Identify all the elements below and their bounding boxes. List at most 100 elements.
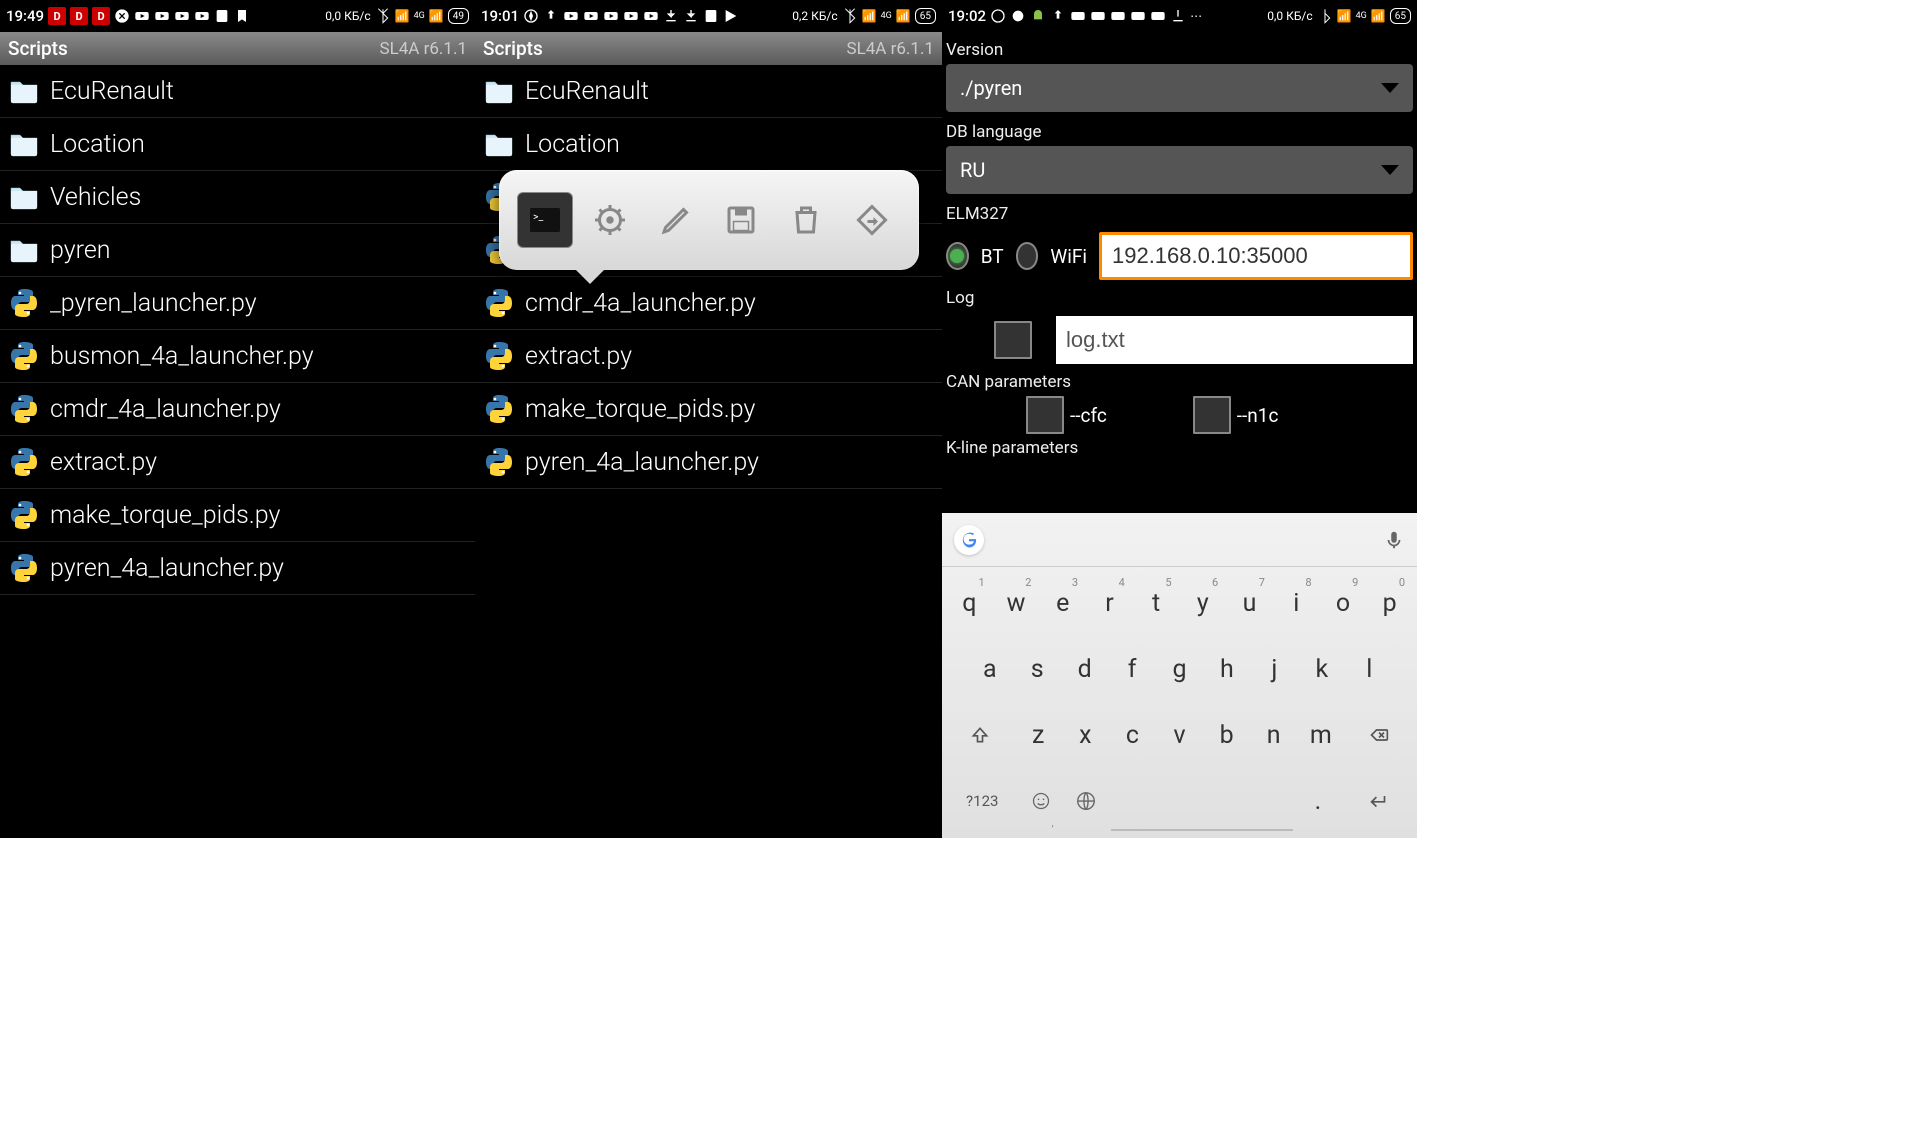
mic-icon[interactable]	[1383, 529, 1405, 551]
youtube-icon	[154, 8, 170, 24]
key-h[interactable]: h	[1205, 640, 1248, 700]
key-a[interactable]: a	[968, 640, 1011, 700]
key-v[interactable]: v	[1158, 705, 1201, 765]
screen-pyren-config: 19:02 ⋯ 0,0 КБ/с 📶 4G 📶 65 Version ./pyr…	[942, 0, 1417, 838]
n1c-checkbox[interactable]	[1193, 396, 1231, 434]
google-icon[interactable]	[954, 525, 984, 555]
key-s[interactable]: s	[1015, 640, 1058, 700]
chevron-down-icon	[1381, 83, 1399, 93]
youtube-icon	[563, 8, 579, 24]
key-u[interactable]: 7u	[1228, 574, 1271, 634]
folder-row[interactable]: Vehicles	[0, 171, 475, 224]
version-select[interactable]: ./pyren	[946, 64, 1413, 112]
cfc-checkbox[interactable]	[1026, 396, 1064, 434]
svg-text:>_: >_	[533, 210, 543, 223]
folder-name: pyren	[50, 236, 111, 265]
file-row[interactable]: make_torque_pids.py	[0, 489, 475, 542]
file-row[interactable]: _pyren_launcher.py	[0, 277, 475, 330]
file-name: pyren_4a_launcher.py	[50, 554, 284, 583]
file-name: make_torque_pids.py	[525, 395, 755, 424]
key-space[interactable]	[1111, 771, 1294, 831]
key-z[interactable]: z	[1017, 705, 1060, 765]
radio-wifi[interactable]	[1016, 242, 1039, 270]
key-f[interactable]: f	[1110, 640, 1153, 700]
file-row[interactable]: pyren_4a_launcher.py	[0, 542, 475, 595]
youtube-icon	[1090, 8, 1106, 24]
battery-icon: 65	[915, 8, 936, 24]
app-badge-d-icon: D	[48, 7, 66, 25]
key-p[interactable]: 0p	[1368, 574, 1411, 634]
app-badge-d-icon: D	[92, 7, 110, 25]
network-4g-icon: 4G	[1356, 11, 1367, 21]
youtube-icon	[1130, 8, 1146, 24]
key-e[interactable]: 3e	[1041, 574, 1084, 634]
key-q[interactable]: 1q	[948, 574, 991, 634]
elm-address-input[interactable]	[1099, 232, 1413, 280]
battery-icon: 49	[448, 8, 469, 24]
key-mode[interactable]: ?123	[948, 771, 1017, 831]
dblang-select[interactable]: RU	[946, 146, 1413, 194]
youtube-icon	[1070, 8, 1086, 24]
ctx-direction-button[interactable]	[844, 192, 900, 248]
ctx-pencil-button[interactable]	[648, 192, 704, 248]
file-row[interactable]: cmdr_4a_launcher.py	[475, 277, 942, 330]
file-row[interactable]: extract.py	[0, 436, 475, 489]
log-file-input[interactable]	[1056, 316, 1413, 364]
key-globe[interactable]	[1066, 771, 1107, 831]
key-o[interactable]: 9o	[1322, 574, 1365, 634]
log-checkbox[interactable]	[994, 321, 1032, 359]
key-y[interactable]: 6y	[1182, 574, 1225, 634]
bluetooth-icon	[375, 8, 391, 24]
key-t[interactable]: 5t	[1135, 574, 1178, 634]
folder-row[interactable]: EcuRenault	[0, 65, 475, 118]
dblang-label: DB language	[946, 122, 1413, 142]
sl4a-header: Scripts SL4A r6.1.1	[0, 32, 475, 65]
key-backspace[interactable]	[1346, 705, 1411, 765]
folder-row[interactable]: Location	[0, 118, 475, 171]
version-label: Version	[946, 40, 1413, 60]
folder-name: EcuRenault	[525, 77, 649, 106]
key-d[interactable]: d	[1063, 640, 1106, 700]
key-l[interactable]: l	[1348, 640, 1391, 700]
dblang-value: RU	[960, 158, 985, 182]
header-title: Scripts	[8, 37, 68, 60]
key-m[interactable]: m	[1299, 705, 1342, 765]
folder-row[interactable]: Location	[475, 118, 942, 171]
key-period[interactable]: .	[1297, 771, 1338, 831]
key-shift[interactable]	[948, 705, 1013, 765]
youtube-icon	[174, 8, 190, 24]
folder-row[interactable]: EcuRenault	[475, 65, 942, 118]
key-j[interactable]: j	[1253, 640, 1296, 700]
ctx-terminal-button[interactable]: >_	[517, 192, 573, 248]
key-b[interactable]: b	[1205, 705, 1248, 765]
ctx-trash-button[interactable]	[778, 192, 834, 248]
file-row[interactable]: busmon_4a_launcher.py	[0, 330, 475, 383]
key-enter[interactable]	[1343, 771, 1412, 831]
radio-bt[interactable]	[946, 242, 969, 270]
key-emoji[interactable]: ,	[1021, 771, 1062, 831]
folder-row[interactable]: pyren	[0, 224, 475, 277]
key-i[interactable]: 8i	[1275, 574, 1318, 634]
key-k[interactable]: k	[1300, 640, 1343, 700]
more-icon: ⋯	[1190, 9, 1202, 23]
key-c[interactable]: c	[1111, 705, 1154, 765]
file-row[interactable]: extract.py	[475, 330, 942, 383]
pyren-form: Version ./pyren DB language RU ELM327 BT…	[942, 32, 1417, 513]
key-x[interactable]: x	[1064, 705, 1107, 765]
file-row[interactable]: cmdr_4a_launcher.py	[0, 383, 475, 436]
folder-name: EcuRenault	[50, 77, 174, 106]
ctx-save-button[interactable]	[713, 192, 769, 248]
key-g[interactable]: g	[1158, 640, 1201, 700]
battery-icon: 65	[1390, 8, 1411, 24]
youtube-icon	[643, 8, 659, 24]
file-name: cmdr_4a_launcher.py	[50, 395, 281, 424]
file-row[interactable]: pyren_4a_launcher.py	[475, 436, 942, 489]
file-list[interactable]: EcuRenault LocationVehicles pyren _pyren_la…	[0, 65, 475, 838]
file-row[interactable]: make_torque_pids.py	[475, 383, 942, 436]
key-r[interactable]: 4r	[1088, 574, 1131, 634]
youtube-icon	[583, 8, 599, 24]
ctx-gear-button[interactable]	[582, 192, 638, 248]
keyboard[interactable]: 1q2w3e4r5t6y7u8i9o0p asdfghjkl zxcvbnm ?123…	[942, 513, 1417, 838]
key-n[interactable]: n	[1252, 705, 1295, 765]
key-w[interactable]: 2w	[995, 574, 1038, 634]
